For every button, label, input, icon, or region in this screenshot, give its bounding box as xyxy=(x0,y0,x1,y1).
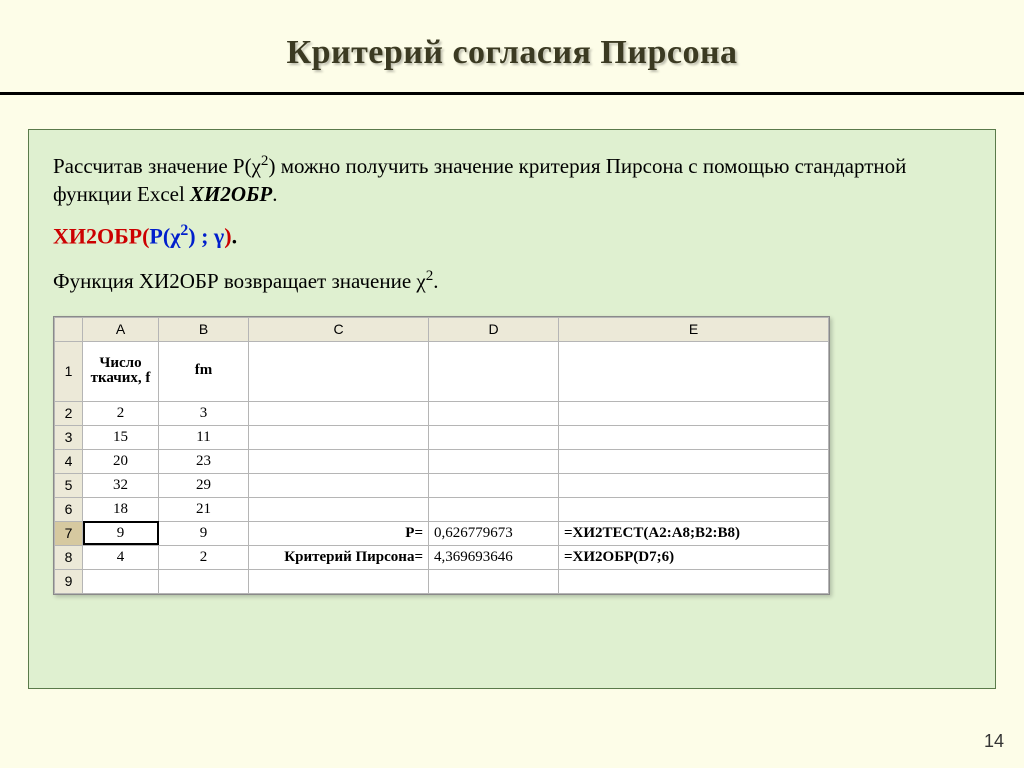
cell-c9 xyxy=(249,569,429,593)
cell-b7: 9 xyxy=(159,521,249,545)
cell-e2 xyxy=(559,401,829,425)
formula-dot: . xyxy=(232,224,238,249)
cell-d8: 4,369693646 xyxy=(429,545,559,569)
cell-e4 xyxy=(559,449,829,473)
cell-b9 xyxy=(159,569,249,593)
cell-b1: fm xyxy=(159,341,249,401)
cell-a5: 32 xyxy=(83,473,159,497)
formula-p-close: ) xyxy=(188,224,195,249)
cell-b5: 29 xyxy=(159,473,249,497)
cell-a9 xyxy=(83,569,159,593)
row-3: 3 15 11 xyxy=(55,425,829,449)
cell-c3 xyxy=(249,425,429,449)
text: Функция ХИ2ОБР возвращает значение xyxy=(53,269,416,293)
paragraph-2: Функция ХИ2ОБР возвращает значение χ2. xyxy=(53,268,971,294)
cell-c7: P= xyxy=(249,521,429,545)
row-4: 4 20 23 xyxy=(55,449,829,473)
cell-a7: 9 xyxy=(83,521,159,545)
formula-func: ХИ2ОБР( xyxy=(53,224,149,249)
col-header-row: A B C D E xyxy=(55,317,829,341)
paragraph-1: Рассчитав значение P(χ2) можно получить … xyxy=(53,152,971,208)
row-header: 7 xyxy=(55,521,83,545)
row-header: 9 xyxy=(55,569,83,593)
col-header-c: C xyxy=(249,317,429,341)
col-header-a: A xyxy=(83,317,159,341)
cell-d5 xyxy=(429,473,559,497)
cell-c6 xyxy=(249,497,429,521)
cell-a4: 20 xyxy=(83,449,159,473)
cell-e9 xyxy=(559,569,829,593)
cell-b3: 11 xyxy=(159,425,249,449)
cell-d6 xyxy=(429,497,559,521)
function-name: ХИ2ОБР xyxy=(190,182,272,206)
cell-c1 xyxy=(249,341,429,401)
row-2: 2 2 3 xyxy=(55,401,829,425)
cell-b6: 21 xyxy=(159,497,249,521)
row-1: 1 Число ткачих, f fm xyxy=(55,341,829,401)
cell-e3 xyxy=(559,425,829,449)
cell-d1 xyxy=(429,341,559,401)
divider xyxy=(0,92,1024,95)
chi-symbol: χ xyxy=(416,269,425,293)
cell-e7: =ХИ2ТЕСТ(A2:A8;B2:B8) xyxy=(559,521,829,545)
formula-close: ) xyxy=(224,224,231,249)
cell-d7: 0,626779673 xyxy=(429,521,559,545)
col-header-e: E xyxy=(559,317,829,341)
chi-symbol: χ xyxy=(170,224,180,249)
page-number: 14 xyxy=(984,731,1004,752)
cell-c8: Критерий Пирсона= xyxy=(249,545,429,569)
formula-line: ХИ2ОБР(P(χ2) ; γ). xyxy=(53,222,971,249)
cell-b4: 23 xyxy=(159,449,249,473)
corner-cell xyxy=(55,317,83,341)
cell-a8: 4 xyxy=(83,545,159,569)
row-header: 3 xyxy=(55,425,83,449)
row-header: 4 xyxy=(55,449,83,473)
cell-e8: =ХИ2ОБР(D7;6) xyxy=(559,545,829,569)
cell-a2: 2 xyxy=(83,401,159,425)
col-header-b: B xyxy=(159,317,249,341)
col-header-d: D xyxy=(429,317,559,341)
cell-c4 xyxy=(249,449,429,473)
row-7: 7 9 9 P= 0,626779673 =ХИ2ТЕСТ(A2:A8;B2:B… xyxy=(55,521,829,545)
row-9: 9 xyxy=(55,569,829,593)
row-header: 6 xyxy=(55,497,83,521)
text: . xyxy=(433,269,438,293)
cell-a1: Число ткачих, f xyxy=(83,341,159,401)
cell-d4 xyxy=(429,449,559,473)
row-header: 2 xyxy=(55,401,83,425)
row-header: 8 xyxy=(55,545,83,569)
content-panel: Рассчитав значение P(χ2) можно получить … xyxy=(28,129,996,689)
cell-e1 xyxy=(559,341,829,401)
slide-title: Критерий согласия Пирсона xyxy=(0,0,1024,72)
cell-c5 xyxy=(249,473,429,497)
cell-b8: 2 xyxy=(159,545,249,569)
cell-c2 xyxy=(249,401,429,425)
spreadsheet: A B C D E 1 Число ткачих, f fm 2 2 xyxy=(53,316,830,595)
cell-a3: 15 xyxy=(83,425,159,449)
chi-symbol: χ xyxy=(252,154,261,178)
cell-d2 xyxy=(429,401,559,425)
cell-e6 xyxy=(559,497,829,521)
cell-d9 xyxy=(429,569,559,593)
text: . xyxy=(272,182,277,206)
formula-p-open: P( xyxy=(149,224,170,249)
row-6: 6 18 21 xyxy=(55,497,829,521)
cell-e5 xyxy=(559,473,829,497)
formula-sep: ; γ xyxy=(196,224,225,249)
cell-d3 xyxy=(429,425,559,449)
row-header: 5 xyxy=(55,473,83,497)
cell-a6: 18 xyxy=(83,497,159,521)
row-5: 5 32 29 xyxy=(55,473,829,497)
row-8: 8 4 2 Критерий Пирсона= 4,369693646 =ХИ2… xyxy=(55,545,829,569)
text: Рассчитав значение P( xyxy=(53,154,252,178)
cell-b2: 3 xyxy=(159,401,249,425)
row-header: 1 xyxy=(55,341,83,401)
